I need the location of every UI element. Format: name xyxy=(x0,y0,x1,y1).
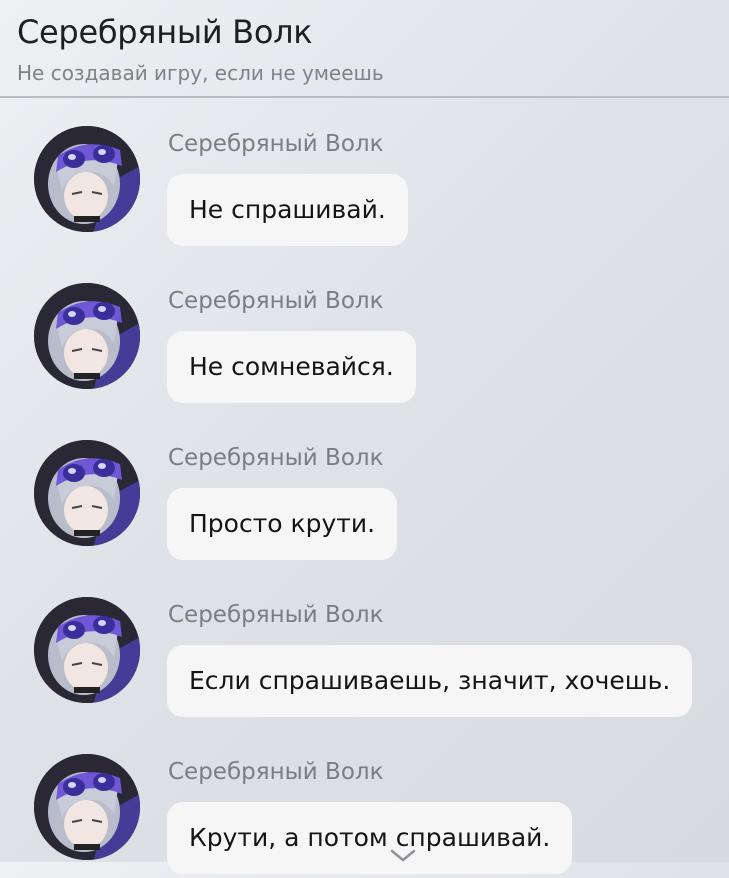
message-item: Серебряный Волк Просто крути. xyxy=(0,414,729,564)
sender-name: Серебряный Волк xyxy=(168,131,384,157)
message-item: Серебряный Волк Не сомневайся. xyxy=(0,257,729,407)
sender-name: Серебряный Волк xyxy=(168,288,384,314)
chat-title: Серебряный Волк xyxy=(17,13,313,51)
message-bubble[interactable]: Не спрашивай. xyxy=(167,174,408,246)
avatar[interactable] xyxy=(34,754,140,860)
sender-name: Серебряный Волк xyxy=(168,759,384,785)
message-bubble[interactable]: Просто крути. xyxy=(167,488,398,560)
message-bubble[interactable]: Если спрашиваешь, значит, хочешь. xyxy=(167,645,693,717)
sender-name: Серебряный Волк xyxy=(168,602,384,628)
chevron-down-icon[interactable] xyxy=(389,848,417,862)
message-item: Серебряный Волк Не спрашивай. xyxy=(0,100,729,250)
sender-name: Серебряный Волк xyxy=(168,445,384,471)
message-bubble[interactable]: Крути, а потом спрашивай. xyxy=(167,802,573,874)
avatar[interactable] xyxy=(34,126,140,232)
avatar[interactable] xyxy=(34,440,140,546)
avatar[interactable] xyxy=(34,597,140,703)
avatar[interactable] xyxy=(34,283,140,389)
chat-header: Серебряный Волк Не создавай игру, если н… xyxy=(0,0,729,98)
message-item: Серебряный Волк Если спрашиваешь, значит… xyxy=(0,571,729,721)
chat-subtitle: Не создавай игру, если не умеешь xyxy=(17,61,384,85)
message-item: Серебряный Волк Крути, а потом спрашивай… xyxy=(0,728,729,878)
message-bubble[interactable]: Не сомневайся. xyxy=(167,331,416,403)
